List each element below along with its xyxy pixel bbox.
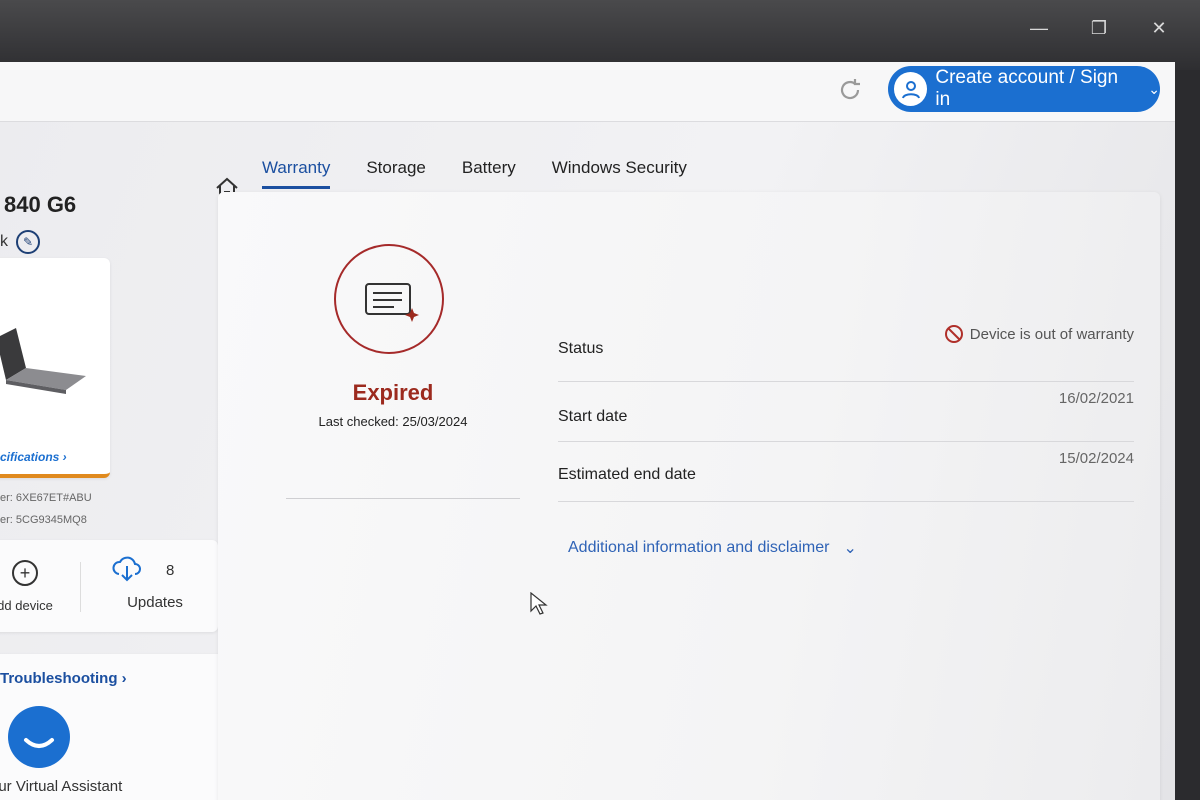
specifications-link[interactable]: cifications ›	[0, 450, 67, 464]
chevron-down-icon: ⌄	[843, 540, 857, 557]
disclaimer-label: Additional information and disclaimer	[568, 539, 830, 556]
status-row: Status Device is out of warranty	[558, 322, 1134, 382]
plus-icon: +	[12, 560, 38, 586]
virtual-assistant-icon[interactable]	[8, 706, 70, 768]
monitor-bezel: — ❐ ✕	[0, 0, 1200, 70]
maximize-button[interactable]: ❐	[1088, 18, 1110, 39]
end-date-label: Estimated end date	[558, 466, 696, 483]
start-date-value: 16/02/2021	[1058, 390, 1134, 407]
end-date-value: 15/02/2024	[1058, 450, 1134, 467]
tab-warranty[interactable]: Warranty	[262, 158, 331, 189]
user-icon	[894, 72, 928, 106]
end-date-row: Estimated end date 15/02/2024	[558, 442, 1134, 502]
create-account-label: Create account / Sign in	[935, 67, 1119, 110]
tab-storage[interactable]: Storage	[366, 158, 426, 189]
app-window: Create account / Sign in ⌄ 840 G6 k ✎ ci…	[0, 62, 1175, 800]
start-date-label: Start date	[558, 408, 628, 425]
divider	[286, 498, 520, 499]
divider	[80, 562, 81, 612]
edit-icon[interactable]: ✎	[16, 230, 40, 254]
warranty-panel: Expired Last checked: 25/03/2024 Status …	[218, 192, 1160, 800]
refresh-icon[interactable]	[836, 76, 864, 104]
blocked-icon	[944, 325, 963, 343]
device-name: 840 G6	[4, 192, 77, 217]
warranty-status-icon	[334, 244, 444, 354]
cloud-download-icon	[112, 556, 141, 582]
create-account-button[interactable]: Create account / Sign in ⌄	[888, 66, 1160, 112]
tab-windows-security[interactable]: Windows Security	[552, 158, 687, 189]
start-date-row: Start date 16/02/2021	[558, 382, 1134, 442]
updates-button[interactable]: 8 Updates	[110, 552, 200, 611]
status-label: Status	[558, 340, 604, 357]
status-value-group: Device is out of warranty	[944, 324, 1134, 344]
chevron-down-icon: ⌄	[1148, 80, 1160, 97]
tab-battery[interactable]: Battery	[462, 158, 516, 189]
minimize-button[interactable]: —	[1028, 18, 1050, 39]
product-number: er: 6XE67ET#ABU	[0, 492, 92, 504]
tab-bar: Warranty Storage Battery Windows Securit…	[262, 158, 687, 189]
quick-actions-card: + dd device 8 Updates	[0, 540, 218, 632]
add-device-label: dd device	[0, 598, 53, 613]
laptop-image	[0, 328, 86, 394]
virtual-assistant-label[interactable]: our Virtual Assistant	[0, 778, 122, 795]
app-header: Create account / Sign in ⌄	[0, 62, 1175, 122]
device-subtitle: k	[0, 233, 8, 250]
updates-label: Updates	[127, 594, 183, 611]
troubleshooting-link[interactable]: Troubleshooting ›	[0, 670, 127, 687]
last-checked: Last checked: 25/03/2024	[318, 414, 468, 429]
window-controls: — ❐ ✕	[1028, 18, 1170, 39]
serial-number: er: 5CG9345MQ8	[0, 514, 87, 526]
certificate-icon	[365, 283, 419, 322]
mouse-cursor-icon	[530, 592, 548, 615]
warranty-state: Expired	[352, 380, 434, 405]
device-subtitle-row: k ✎	[0, 230, 40, 254]
disclaimer-link[interactable]: Additional information and disclaimer ⌄	[568, 538, 857, 558]
add-device-button[interactable]: + dd device	[0, 560, 60, 613]
updates-count: 8	[166, 562, 175, 579]
status-value: Device is out of warranty	[969, 325, 1134, 343]
device-card[interactable]	[0, 258, 110, 478]
troubleshooting-card: Troubleshooting › our Virtual Assistant	[0, 654, 226, 800]
close-button[interactable]: ✕	[1148, 18, 1170, 39]
